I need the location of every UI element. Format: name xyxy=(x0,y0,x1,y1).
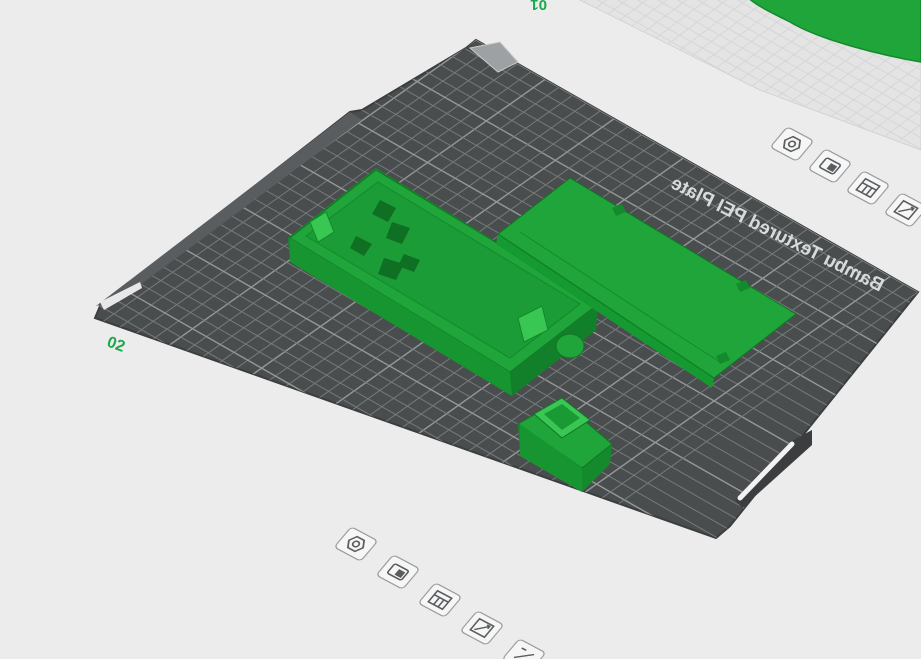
base-knob xyxy=(555,333,585,359)
plate-tool-button[interactable] xyxy=(460,611,504,645)
plate-tool-button-bg xyxy=(335,527,377,561)
plate-tool-button[interactable] xyxy=(334,527,378,561)
plate-tool-button[interactable] xyxy=(502,639,546,659)
3d-viewport[interactable]: 01 Bambu Textured PEI Plate 02 xyxy=(0,0,921,659)
neighbor-plate-number: 01 xyxy=(530,0,547,13)
plate-tool-button[interactable] xyxy=(770,127,814,161)
plate-tool-button-bg xyxy=(771,127,813,161)
plate-tool-button[interactable] xyxy=(884,193,921,227)
plate-tool-button-bg xyxy=(847,171,889,205)
plate-toolbar xyxy=(334,527,546,659)
plate-tool-button[interactable] xyxy=(808,149,852,183)
plate-tool-button[interactable] xyxy=(418,583,462,617)
plate-tool-button[interactable] xyxy=(376,555,420,589)
grid-line xyxy=(160,0,360,140)
plate-tool-button-bg xyxy=(419,583,461,617)
plate-tool-button[interactable] xyxy=(846,171,890,205)
plate-number: 02 xyxy=(105,334,128,356)
